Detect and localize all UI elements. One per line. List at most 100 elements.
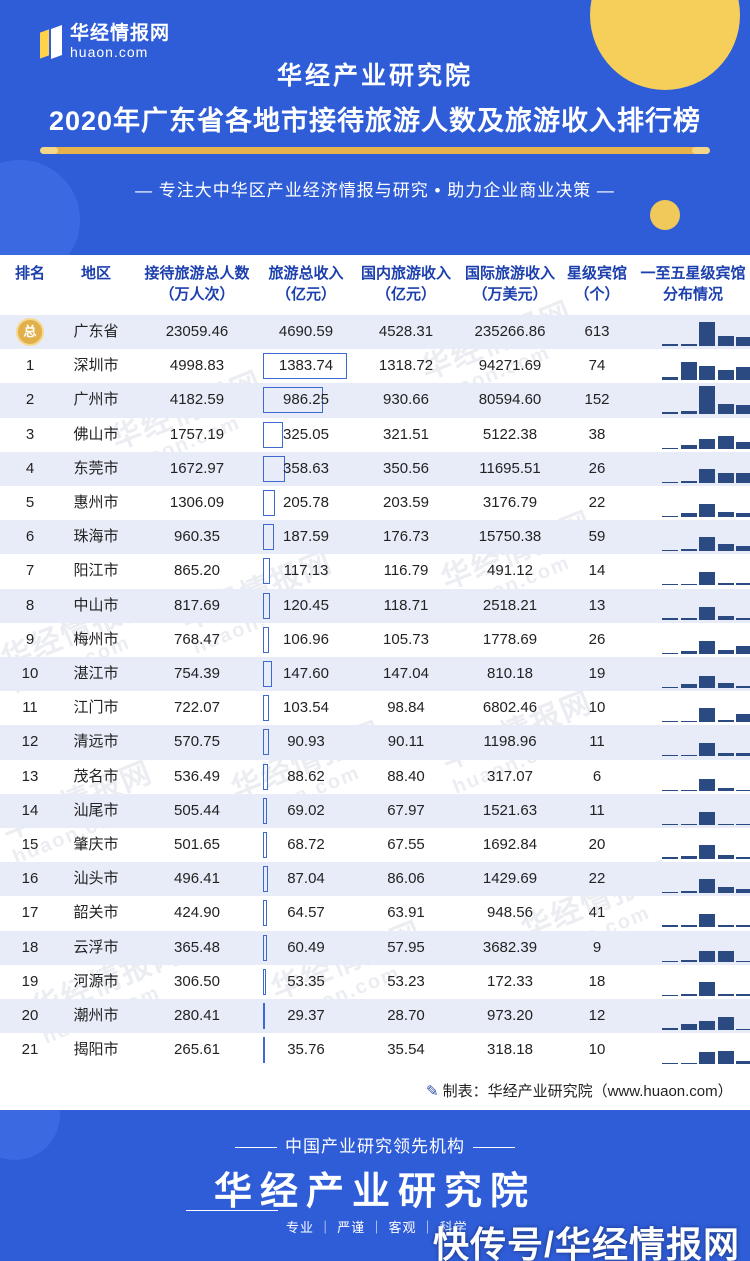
cell-visitors: 768.47 <box>174 630 220 648</box>
distribution-bar <box>717 1051 734 1065</box>
ranking-table: 华经情报网huaon.com 华经情报网huaon.com 华经情报网huaon… <box>0 255 750 1110</box>
cell-intl: 1429.69 <box>482 870 538 888</box>
footer-subtitle: 中国产业研究领先机构 <box>0 1132 750 1157</box>
cell-visitors: 960.35 <box>174 528 220 546</box>
cell-domestic: 118.71 <box>383 596 429 614</box>
cell-rank: 11 <box>22 699 38 717</box>
cell-domestic: 203.59 <box>383 494 429 511</box>
distribution-bar <box>699 322 715 346</box>
table-row: 16 汕头市 496.41 87.04 86.06 1429.69 22 <box>0 862 750 897</box>
distribution-bar <box>662 617 678 620</box>
table-row: 8 中山市 817.69 120.45 118.71 2518.21 13 <box>0 588 750 623</box>
distribution-bar <box>736 925 750 928</box>
distribution-bar <box>717 583 734 586</box>
col-hotels: 星级宾馆 （个） <box>566 265 627 303</box>
distribution-bar <box>680 755 697 757</box>
cell-intl: 3176.79 <box>482 494 538 511</box>
table-row: 13 茂名市 536.49 88.62 88.40 317.07 6 <box>0 760 750 794</box>
distribution-bar <box>699 950 715 962</box>
hotel-distribution-chart <box>658 896 750 930</box>
cell-rank: 17 <box>21 904 39 922</box>
distribution-bar <box>736 857 750 859</box>
cell-visitors: 501.65 <box>174 836 220 853</box>
table-row: 9 梅州市 768.47 106.96 105.73 1778.69 26 <box>0 623 750 657</box>
cell-region: 云浮市 <box>73 938 119 956</box>
distribution-bar <box>717 649 734 654</box>
distribution-bar <box>699 366 715 381</box>
distribution-bar <box>736 714 750 723</box>
table-row: 5 惠州市 1306.09 205.78 203.59 3176.79 22 <box>0 486 750 520</box>
cell-region: 湛江市 <box>73 665 119 682</box>
tagline: — 专注大中华区产业经济情报与研究 • 助力企业商业决策 — <box>135 181 615 200</box>
hotel-distribution-chart <box>658 383 750 417</box>
table-row: 4 东莞市 1672.97 358.63 350.56 11695.51 26 <box>0 451 750 486</box>
cell-domestic: 35.54 <box>387 1041 425 1059</box>
cell-domestic: 930.66 <box>383 391 429 409</box>
cell-income: 147.60 <box>283 665 329 682</box>
cell-income: 53.35 <box>287 972 325 990</box>
cell-income: 64.57 <box>287 904 325 922</box>
distribution-bar <box>699 537 715 552</box>
cell-intl: 6802.46 <box>482 699 538 717</box>
distribution-bar <box>736 546 750 552</box>
cell-domestic: 4528.31 <box>378 323 434 340</box>
cell-hotels: 59 <box>588 528 606 546</box>
cell-region: 潮州市 <box>73 1007 119 1024</box>
table-row: 18 云浮市 365.48 60.49 57.95 3682.39 9 <box>0 930 750 965</box>
cell-rank: 3 <box>25 425 35 443</box>
cell-region: 中山市 <box>73 596 119 614</box>
brand-logo[interactable]: 华经情报网 huaon.com <box>40 24 170 60</box>
cell-income: 120.45 <box>283 596 329 614</box>
cell-intl: 5122.38 <box>482 425 538 443</box>
cell-intl: 491.12 <box>487 562 533 580</box>
table-row: 6 珠海市 960.35 187.59 176.73 15750.38 59 <box>0 520 750 555</box>
hotel-distribution-chart <box>658 1033 750 1067</box>
cell-rank: 2 <box>25 391 35 409</box>
distribution-bar <box>680 480 697 483</box>
cell-region: 广州市 <box>73 391 119 409</box>
page-title: 2020年广东省各地市接待旅游人数及旅游收入排行榜 <box>48 106 702 136</box>
cell-rank: 15 <box>21 836 39 853</box>
cell-domestic: 116.79 <box>383 562 429 580</box>
distribution-bar <box>717 512 734 517</box>
distribution-bar <box>680 959 697 962</box>
distribution-bar <box>717 787 734 791</box>
cell-region: 阳江市 <box>73 562 119 580</box>
cell-income: 117.13 <box>283 562 329 580</box>
cell-rank: 6 <box>25 528 35 546</box>
cell-income: 35.76 <box>287 1041 325 1059</box>
cell-hotels: 22 <box>588 870 606 888</box>
cell-hotels: 74 <box>588 357 606 375</box>
distribution-bar <box>699 778 715 791</box>
cell-region: 揭阳市 <box>73 1041 119 1059</box>
cell-intl: 318.18 <box>487 1041 533 1059</box>
table-row: 1 深圳市 4998.83 1383.74 1318.72 94271.69 74 <box>0 349 750 383</box>
distribution-bar <box>717 435 734 449</box>
cell-hotels: 18 <box>588 972 606 990</box>
distribution-bar <box>699 468 715 483</box>
distribution-bar <box>662 687 678 688</box>
cell-intl: 1778.69 <box>482 630 538 648</box>
table-row: 12 清远市 570.75 90.93 90.11 1198.96 11 <box>0 725 750 760</box>
distribution-bar <box>736 823 750 825</box>
source-note: ✎ 制表：华经产业研究院（www.huaon.com） <box>426 1083 733 1100</box>
hotel-distribution-chart <box>658 931 750 965</box>
table-row: 2 广州市 4182.59 986.25 930.66 80594.60 152 <box>0 383 750 418</box>
distribution-bar <box>736 753 750 757</box>
hotel-distribution-chart <box>658 589 750 623</box>
cell-region: 肇庆市 <box>73 836 119 853</box>
logo-icon <box>40 24 64 60</box>
cell-hotels: 9 <box>592 938 602 956</box>
cell-hotels: 613 <box>584 323 610 340</box>
cell-visitors: 1306.09 <box>169 494 225 511</box>
cell-visitors: 424.90 <box>174 904 220 922</box>
header-banner: 华经情报网 huaon.com 华经产业研究院 2020年广东省各地市接待旅游人… <box>0 0 750 255</box>
total-badge: 总 <box>16 318 44 346</box>
cell-hotels: 22 <box>588 494 606 511</box>
cell-income: 106.96 <box>283 630 329 648</box>
hotel-distribution-chart <box>658 315 750 349</box>
cell-intl: 948.56 <box>487 904 533 922</box>
cell-intl: 810.18 <box>487 665 533 682</box>
distribution-bar <box>699 504 715 517</box>
distribution-bar <box>680 549 697 552</box>
